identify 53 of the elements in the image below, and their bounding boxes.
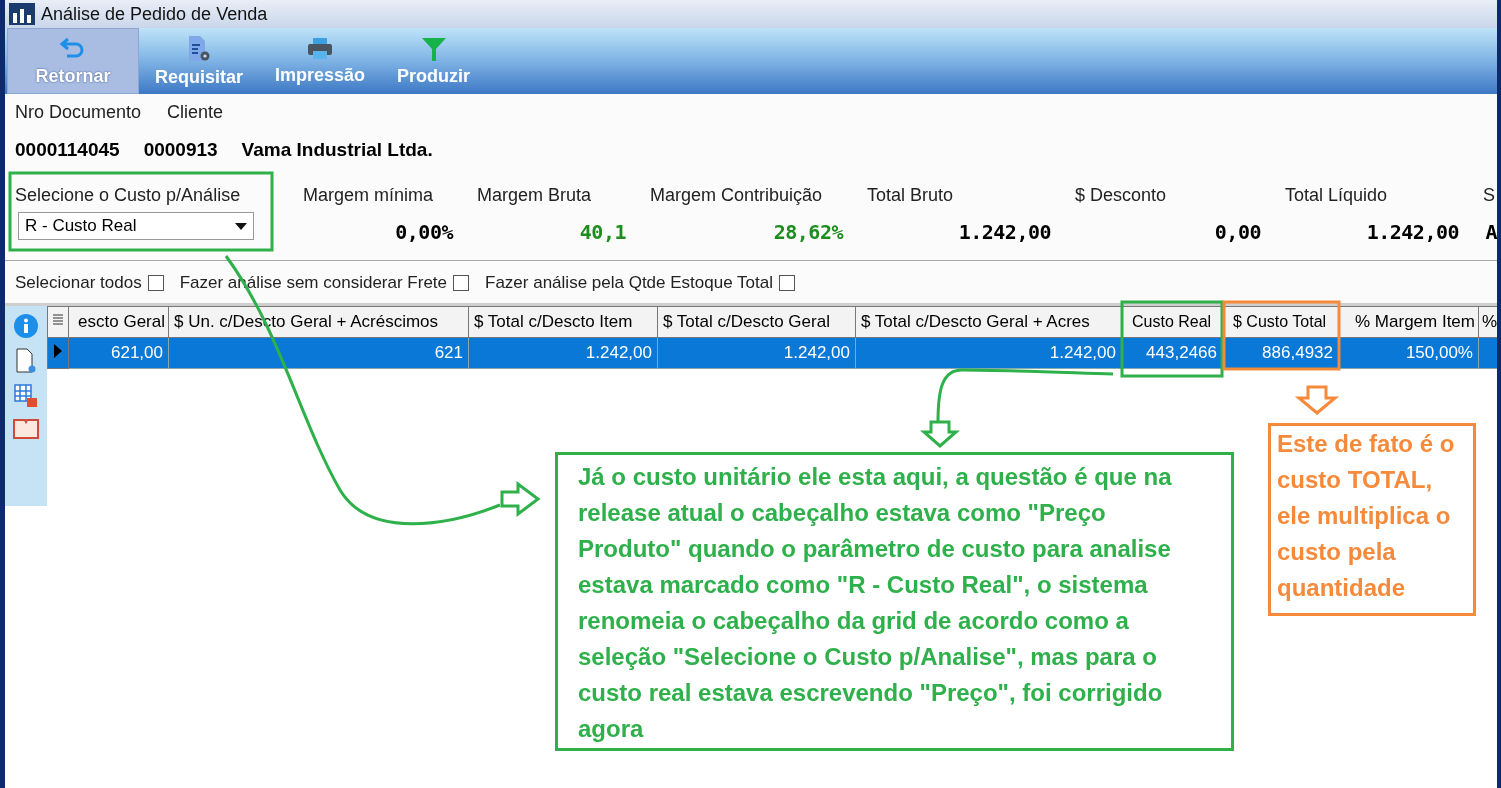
checkbox-label: Selecionar todos [15,273,142,293]
window-title: Análise de Pedido de Venda [41,3,268,25]
table-cell: 621,00 [68,337,169,369]
field-value: 0,00 [1214,219,1261,244]
column-header[interactable]: Custo Real [1121,306,1223,338]
column-header[interactable]: $ Total c/Descto Geral + Acres [855,306,1122,338]
field-label: Margem Contribuição [650,185,823,206]
field-value: 1.242,00 [958,219,1051,244]
column-chooser-icon[interactable] [53,313,63,327]
table-cell: 621 [168,337,469,369]
document-number: 0000114045 [15,139,120,161]
document-gear-icon [186,34,212,63]
cost-dropdown[interactable]: R - Custo Real [18,212,254,240]
table-cell: 150,00% [1338,337,1479,369]
field-label: Cliente [167,102,224,123]
client-name: Vama Industrial Ltda. [241,139,433,161]
column-header[interactable]: % Margem Item [1338,306,1479,338]
column-header[interactable]: $ Total c/Descto Geral [657,306,856,338]
field-label: S [1483,185,1495,206]
printer-icon [306,36,335,61]
field-label: $ Desconto [1075,185,1167,206]
table-cell: 1.242,00 [657,337,856,369]
field-label: Selecione o Custo p/Análise [15,185,242,206]
field-label: Total Líquido [1285,185,1388,206]
field-label: Nro Documento [15,102,142,123]
field-value: 0,00% [395,219,453,244]
field-value: 1.242,00 [1366,219,1459,244]
checkbox[interactable] [147,275,164,291]
column-header[interactable]: escto Geral [68,306,169,338]
table-cell: 1.242,00 [855,337,1122,369]
field-value: A [1485,219,1497,244]
table-cell: 1.242,00 [468,337,658,369]
checkbox[interactable] [778,275,795,291]
field-label: Margem Bruta [477,185,592,206]
field-value: 40,1 [579,219,626,244]
checkbox-label: Fazer análise pela Qtde Estoque Total [485,273,773,293]
annotation-callout: Este de fato é o custo TOTAL, ele multiplica o custo pela quantidade [1268,423,1476,616]
client-code: 0000913 [143,139,218,161]
row-pointer-icon [54,344,62,358]
field-label: Margem mínima [303,185,434,206]
field-value: 28,62% [773,219,843,244]
annotation-callout: Já o custo unitário ele esta aqui, a questão é que na release atual o cabeçalho estava como "Preço Produto" quando o parâmetro de custo para analise estava marcado como "R - Custo Real", o sistema renomeia o cabeçalho da grid de acordo como a seleção "Selecione o Custo p/Analise", mas para o custo real estava escrevendo "Preço", foi corrigido agora [555,452,1234,751]
column-header[interactable]: $ Total c/Descto Item [468,306,658,338]
book-icon[interactable] [13,418,39,440]
field-label: Total Bruto [867,185,954,206]
caret-icon [235,222,247,230]
filter-icon [420,35,447,62]
checkbox[interactable] [453,275,470,291]
info-icon[interactable] [14,314,38,338]
chart-icon [9,3,35,25]
grid-icon[interactable] [14,384,38,408]
document-icon[interactable] [15,348,37,374]
down-arrow [1294,385,1340,415]
